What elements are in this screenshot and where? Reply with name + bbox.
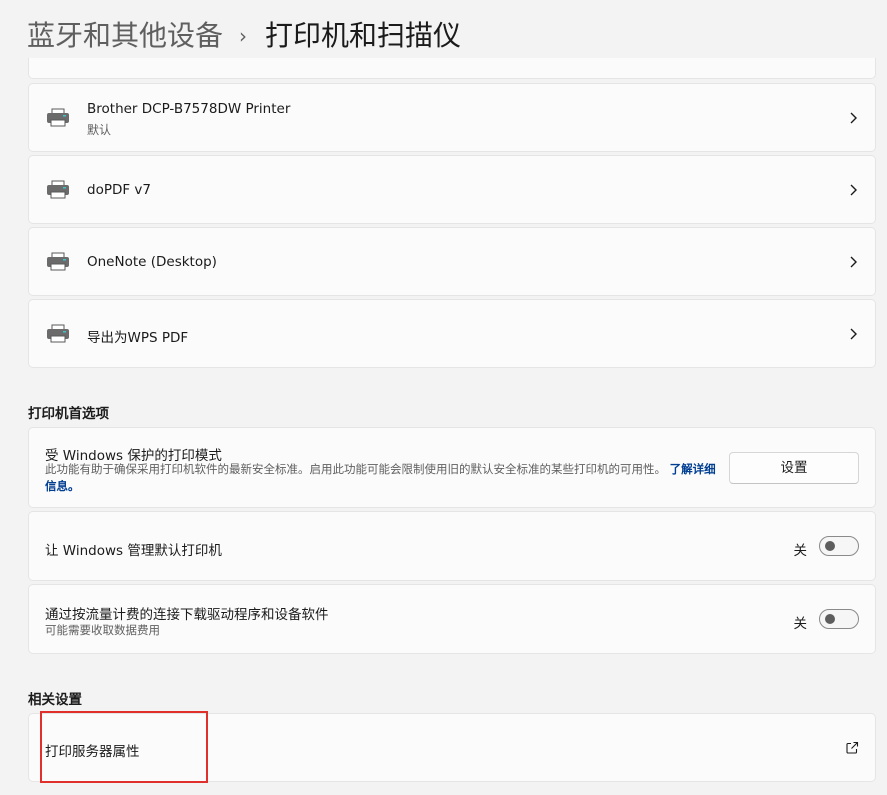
printer-name: OneNote (Desktop) — [87, 254, 217, 270]
chevron-right-icon — [850, 184, 857, 196]
page-title: 打印机和扫描仪 — [265, 19, 462, 52]
open-external-icon — [846, 741, 859, 754]
protected-mode-description: 此功能有助于确保采用打印机软件的最新安全标准。启用此功能可能会限制使用旧的默认安… — [45, 461, 725, 495]
printer-card-wps-pdf[interactable]: 导出为WPS PDF — [28, 299, 876, 368]
breadcrumb-separator: › — [239, 24, 248, 48]
section-heading-printer-preferences: 打印机首选项 — [28, 406, 109, 422]
protected-mode-desc-text: 此功能有助于确保采用打印机软件的最新安全标准。启用此功能可能会限制使用旧的默认安… — [45, 462, 666, 476]
breadcrumb-parent-link[interactable]: 蓝牙和其他设备 — [27, 14, 223, 58]
manage-default-toggle[interactable] — [819, 536, 859, 556]
printer-card-dopdf[interactable]: doPDF v7 — [28, 155, 876, 224]
printer-icon — [47, 252, 69, 271]
toggle-knob — [825, 541, 835, 551]
breadcrumb: 蓝牙和其他设备 › 打印机和扫描仪 — [27, 14, 461, 58]
metered-connection-card: 通过按流量计费的连接下载驱动程序和设备软件 可能需要收取数据费用 关 — [28, 584, 876, 654]
manage-default-title: 让 Windows 管理默认打印机 — [45, 543, 222, 559]
print-server-properties-card[interactable]: 打印服务器属性 — [28, 713, 876, 782]
metered-title: 通过按流量计费的连接下载驱动程序和设备软件 — [45, 607, 329, 623]
metered-toggle[interactable] — [819, 609, 859, 629]
chevron-right-icon — [850, 328, 857, 340]
printer-icon — [47, 324, 69, 343]
print-server-title: 打印服务器属性 — [45, 744, 140, 760]
printer-name: 导出为WPS PDF — [87, 330, 189, 346]
settings-button[interactable]: 设置 — [729, 452, 859, 484]
printer-default-label: 默认 — [87, 123, 112, 137]
settings-page: 蓝牙和其他设备 › 打印机和扫描仪 Brother DCP-B7578DW Pr… — [0, 0, 887, 795]
section-heading-related-settings: 相关设置 — [28, 692, 82, 708]
manage-default-printer-card: 让 Windows 管理默认打印机 关 — [28, 511, 876, 581]
printer-card-partial[interactable] — [28, 58, 876, 79]
printer-card-brother[interactable]: Brother DCP-B7578DW Printer 默认 — [28, 83, 876, 152]
metered-description: 可能需要收取数据费用 — [45, 623, 160, 637]
printer-name: Brother DCP-B7578DW Printer — [87, 101, 291, 117]
printer-card-onenote[interactable]: OneNote (Desktop) — [28, 227, 876, 296]
chevron-right-icon — [850, 256, 857, 268]
toggle-state-label: 关 — [793, 616, 808, 632]
toggle-state-label: 关 — [793, 543, 808, 559]
printer-icon — [47, 108, 69, 127]
printer-icon — [47, 180, 69, 199]
printer-name: doPDF v7 — [87, 182, 151, 198]
chevron-right-icon — [850, 112, 857, 124]
protected-print-mode-card: 受 Windows 保护的打印模式 此功能有助于确保采用打印机软件的最新安全标准… — [28, 427, 876, 508]
toggle-knob — [825, 614, 835, 624]
